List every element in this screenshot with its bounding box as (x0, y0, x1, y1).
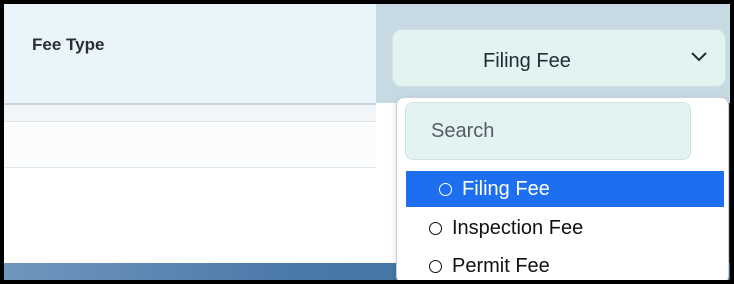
radio-icon (429, 221, 442, 235)
fee-type-dropdown: Filing Fee Inspection Fee Permit Fee (396, 97, 730, 280)
option-filing-fee[interactable]: Filing Fee (406, 171, 724, 207)
form-frame: Fee Type Filing Fee Filing Fee Inspectio… (0, 0, 734, 284)
option-label: Permit Fee (452, 254, 550, 277)
option-permit-fee[interactable]: Permit Fee (406, 247, 724, 280)
fee-type-select-cell: Filing Fee (376, 4, 730, 103)
search-input[interactable] (405, 102, 691, 160)
fee-type-label: Fee Type (32, 35, 105, 54)
radio-icon (439, 182, 452, 196)
option-inspection-fee[interactable]: Inspection Fee (406, 209, 724, 247)
fee-type-label-cell: Fee Type (4, 4, 376, 105)
table-row (4, 105, 376, 122)
option-label: Inspection Fee (452, 216, 584, 239)
fee-type-select[interactable]: Filing Fee (392, 29, 726, 87)
table-background (4, 105, 376, 280)
chevron-down-icon[interactable] (691, 52, 707, 62)
table-row (4, 122, 376, 168)
radio-icon (429, 259, 442, 273)
fee-type-selected-value: Filing Fee (483, 50, 571, 72)
table-row (4, 168, 376, 268)
option-label: Filing Fee (462, 177, 550, 200)
option-list: Filing Fee Inspection Fee Permit Fee (397, 171, 730, 280)
